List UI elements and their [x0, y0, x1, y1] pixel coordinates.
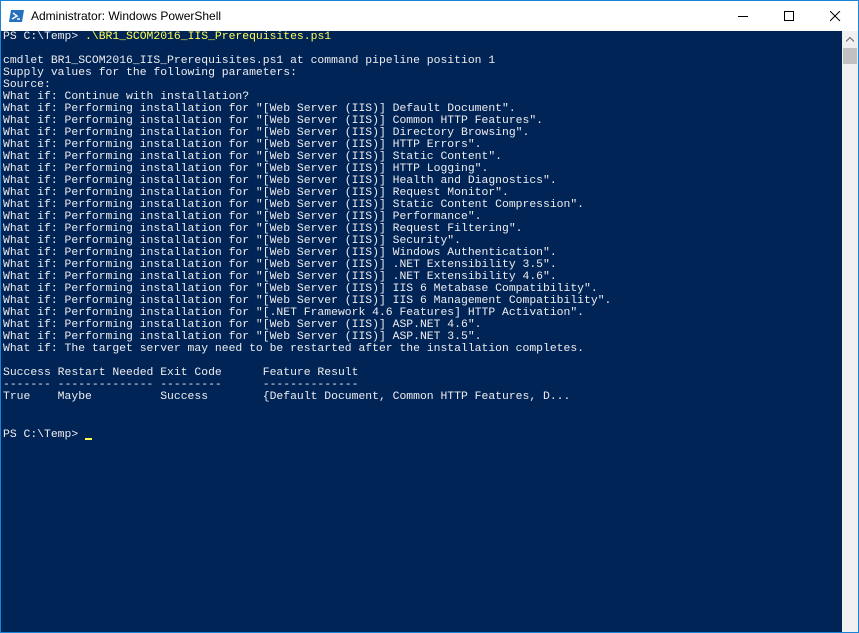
console-line: Supply values for the following paramete…	[3, 67, 297, 79]
powershell-icon[interactable]	[9, 8, 25, 24]
console-line: What if: Performing installation for "[W…	[3, 127, 530, 139]
close-button[interactable]	[812, 1, 858, 31]
console-line: True Maybe Success {Default Document, Co…	[3, 391, 571, 403]
vertical-scrollbar[interactable]	[842, 31, 858, 632]
command-text: .\BR1_SCOM2016_IIS_Prerequisites.ps1	[85, 31, 332, 43]
console-line: What if: Performing installation for "[W…	[3, 295, 612, 307]
console-line: ------- -------------- --------- -------…	[3, 379, 359, 391]
console-line: What if: Performing installation for "[W…	[3, 223, 523, 235]
console-line: What if: Performing installation for "[W…	[3, 163, 489, 175]
console-line: cmdlet BR1_SCOM2016_IIS_Prerequisites.ps…	[3, 55, 496, 67]
text-cursor	[85, 438, 93, 440]
console-line: What if: Performing installation for "[W…	[3, 283, 598, 295]
console-line: What if: Performing installation for "[W…	[3, 103, 516, 115]
prompt-text: PS C:\Temp>	[3, 31, 86, 43]
console-line: What if: Performing installation for "[W…	[3, 247, 557, 259]
console-line: What if: Performing installation for "[W…	[3, 271, 557, 283]
console-line: What if: Performing installation for "[W…	[3, 115, 544, 127]
scroll-up-button[interactable]	[842, 31, 858, 48]
console-line: Source:	[3, 79, 51, 91]
powershell-window: Administrator: Windows PowerShell PS C:\…	[0, 0, 859, 633]
minimize-button[interactable]	[720, 1, 766, 31]
maximize-icon	[784, 11, 794, 21]
console-line: What if: Performing installation for "[W…	[3, 151, 502, 163]
console-line: What if: Performing installation for "[W…	[3, 211, 482, 223]
console-line: Success Restart Needed Exit Code Feature…	[3, 367, 359, 379]
console-line: What if: Performing installation for "[W…	[3, 139, 482, 151]
current-prompt-line[interactable]: PS C:\Temp>	[3, 429, 93, 441]
console-line: What if: Performing installation for "[W…	[3, 187, 509, 199]
console-output: cmdlet BR1_SCOM2016_IIS_Prerequisites.ps…	[3, 43, 611, 427]
console-line: What if: Performing installation for "[W…	[3, 259, 557, 271]
console-line: What if: Performing installation for "[W…	[3, 319, 482, 331]
console-line: What if: Performing installation for "[W…	[3, 175, 557, 187]
console-line: What if: Performing installation for "[W…	[3, 235, 461, 247]
scroll-thumb[interactable]	[843, 48, 857, 64]
close-icon	[830, 11, 841, 22]
chevron-up-icon	[846, 37, 854, 42]
console-line: What if: Performing installation for "[W…	[3, 199, 585, 211]
console-line: What if: Performing installation for "[W…	[3, 331, 482, 343]
console-line: What if: The target server may need to b…	[3, 343, 585, 355]
window-title: Administrator: Windows PowerShell	[31, 9, 222, 23]
minimize-icon	[738, 16, 748, 17]
prompt-text: PS C:\Temp>	[3, 429, 86, 441]
first-prompt-line: PS C:\Temp> .\BR1_SCOM2016_IIS_Prerequis…	[3, 31, 331, 43]
console-area[interactable]: PS C:\Temp> .\BR1_SCOM2016_IIS_Prerequis…	[1, 31, 842, 632]
title-bar[interactable]: Administrator: Windows PowerShell	[1, 1, 858, 31]
maximize-button[interactable]	[766, 1, 812, 31]
console-line: What if: Continue with installation?	[3, 91, 250, 103]
console-line: What if: Performing installation for "[.…	[3, 307, 585, 319]
